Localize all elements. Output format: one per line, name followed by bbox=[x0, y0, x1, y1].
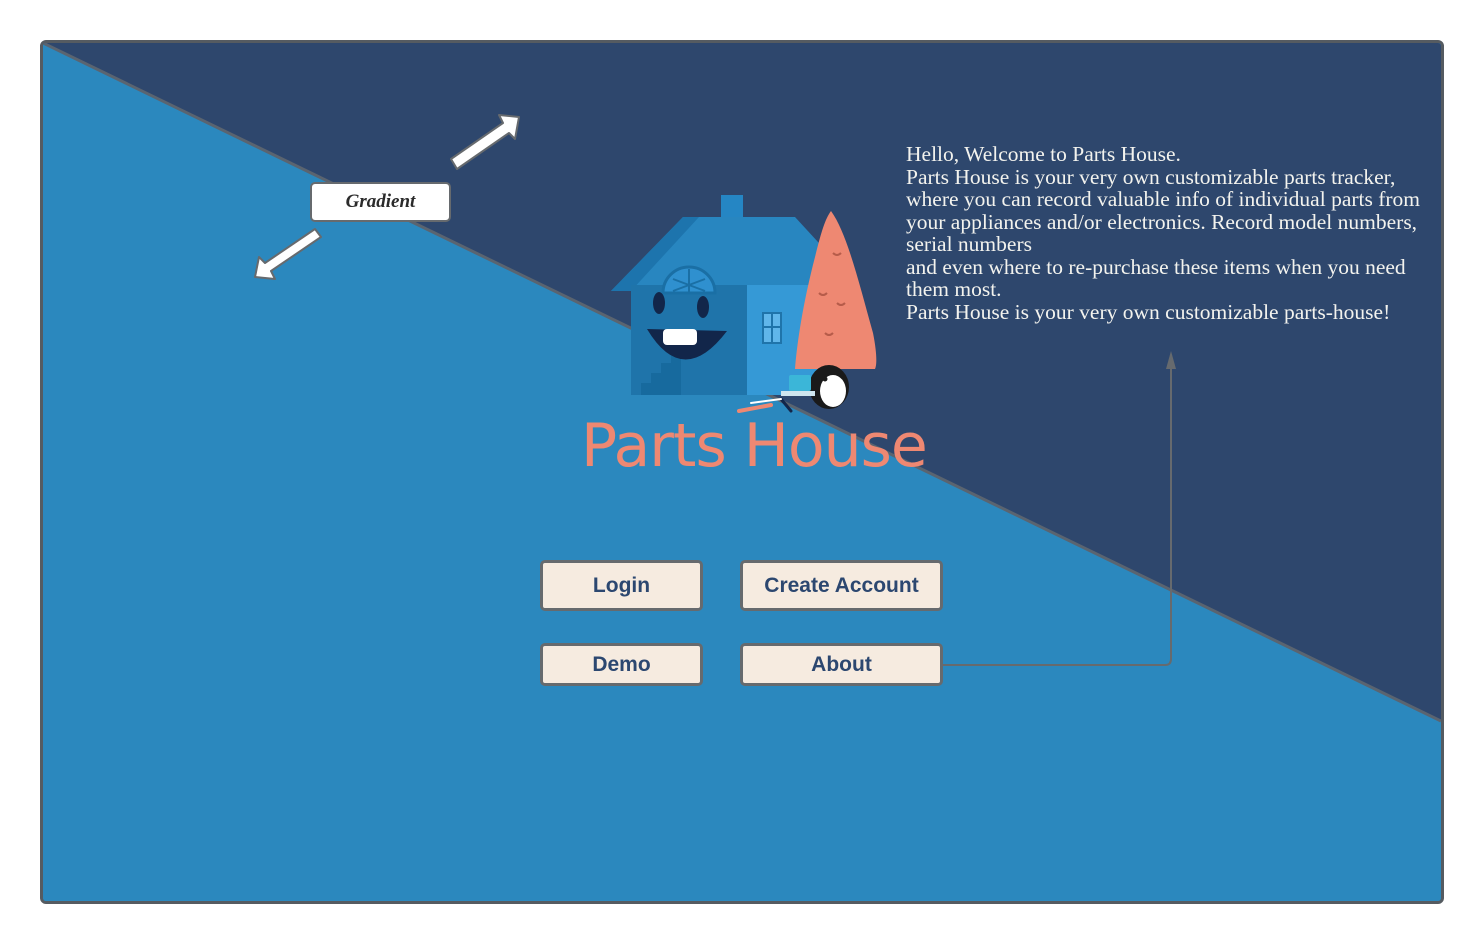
welcome-text: Hello, Welcome to Parts House. Parts Hou… bbox=[906, 143, 1434, 323]
app-title: Parts House bbox=[581, 411, 928, 481]
login-button[interactable]: Login bbox=[540, 560, 703, 611]
demo-button[interactable]: Demo bbox=[540, 643, 703, 686]
welcome-line: and even where to re-purchase these item… bbox=[906, 254, 1406, 301]
house-right-eye bbox=[697, 296, 709, 318]
welcome-line: Parts House is your very own customizabl… bbox=[906, 164, 1421, 256]
house-roof bbox=[611, 217, 841, 291]
parts-house-illustration bbox=[611, 195, 877, 413]
app-frame: Parts House Hello, Welcome to Parts Hous… bbox=[40, 40, 1444, 904]
house-left-eye bbox=[653, 292, 665, 314]
create-account-button[interactable]: Create Account bbox=[740, 560, 943, 611]
about-button[interactable]: About bbox=[740, 643, 943, 686]
gradient-annotation-label: Gradient bbox=[310, 182, 451, 222]
welcome-line: Hello, Welcome to Parts House. bbox=[906, 142, 1181, 166]
welcome-line: Parts House is your very own customizabl… bbox=[906, 299, 1391, 324]
